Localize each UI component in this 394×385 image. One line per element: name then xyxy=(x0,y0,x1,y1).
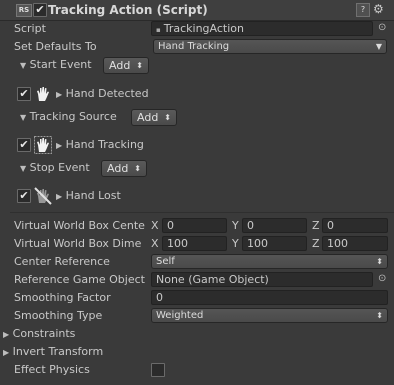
box-center-x-label[interactable]: X xyxy=(151,219,159,232)
box-center-y-label[interactable]: Y xyxy=(232,219,239,232)
start-event-add-button[interactable]: Add ⬍ xyxy=(103,57,149,74)
box-dimensions-z-label[interactable]: Z xyxy=(312,237,320,250)
script-value: TrackingAction xyxy=(163,22,244,35)
box-dimensions-x-label[interactable]: X xyxy=(151,237,159,250)
invert-transform-label: Invert Transform xyxy=(12,345,104,358)
triangle-right-icon: ▶ xyxy=(56,90,63,99)
script-label: Script xyxy=(14,22,46,35)
smoothing-factor-label: Smoothing Factor xyxy=(14,291,111,304)
updown-icon: ⬍ xyxy=(164,113,171,122)
set-defaults-label: Set Defaults To xyxy=(14,40,97,53)
set-defaults-dropdown[interactable]: Hand Tracking ▼ xyxy=(153,39,387,54)
add-label: Add xyxy=(137,111,159,124)
smoothing-type-label: Smoothing Type xyxy=(14,309,103,322)
open-hand-icon xyxy=(37,87,49,101)
hand-detected-foldout[interactable]: ▶ Hand Detected xyxy=(56,87,149,100)
triangle-right-icon: ▶ xyxy=(3,348,10,357)
invert-transform-foldout[interactable]: ▶ Invert Transform xyxy=(3,345,103,358)
hand-tracking-checkbox[interactable]: ✔ xyxy=(17,138,31,152)
effect-physics-label: Effect Physics xyxy=(14,363,90,376)
effect-physics-checkbox[interactable] xyxy=(151,363,165,377)
center-reference-dropdown[interactable]: Self ⬍ xyxy=(151,254,388,269)
chevron-down-icon: ▼ xyxy=(375,42,382,51)
start-event-foldout[interactable]: ▼ Start Event xyxy=(20,58,92,71)
object-picker-icon[interactable]: ⊙ xyxy=(378,273,386,284)
box-dimensions-label: Virtual World Box Dime xyxy=(14,237,142,250)
smoothing-factor-field[interactable]: 0 xyxy=(151,290,388,305)
stop-event-label: Stop Event xyxy=(29,161,90,174)
box-dimensions-y-field[interactable]: 100 xyxy=(242,236,307,251)
box-center-z-label[interactable]: Z xyxy=(312,219,320,232)
gear-icon[interactable]: ⚙ xyxy=(373,2,384,16)
object-picker-icon[interactable]: ⊙ xyxy=(378,22,386,33)
box-dimensions-z-field[interactable]: 100 xyxy=(322,236,388,251)
smoothing-type-value: Weighted xyxy=(156,310,204,321)
tracking-source-add-button[interactable]: Add ⬍ xyxy=(131,109,177,126)
updown-icon: ⬍ xyxy=(376,311,383,320)
triangle-right-icon: ▶ xyxy=(3,330,10,339)
updown-icon: ⬍ xyxy=(136,61,143,70)
hand-lost-label: Hand Lost xyxy=(65,189,121,202)
box-center-label: Virtual World Box Cente xyxy=(14,219,145,232)
hand-detected-label: Hand Detected xyxy=(65,87,149,100)
component-enabled-checkbox[interactable]: ✔ xyxy=(33,3,47,17)
tracking-hand-icon xyxy=(34,136,52,154)
triangle-right-icon: ▶ xyxy=(56,192,63,201)
hand-tracking-label: Hand Tracking xyxy=(65,138,144,151)
reference-object-field[interactable]: None (Game Object) xyxy=(151,272,373,287)
box-center-y-field[interactable]: 0 xyxy=(242,218,307,233)
set-defaults-value: Hand Tracking xyxy=(158,41,230,52)
center-reference-label: Center Reference xyxy=(14,255,110,268)
hand-lost-icon xyxy=(34,187,52,205)
section-divider xyxy=(10,212,394,213)
script-field[interactable]: ▪ TrackingAction xyxy=(151,21,373,36)
add-label: Add xyxy=(107,162,129,175)
updown-icon: ⬍ xyxy=(134,164,141,173)
triangle-down-icon: ▼ xyxy=(20,61,27,70)
box-dimensions-x-field[interactable]: 100 xyxy=(162,236,227,251)
constraints-foldout[interactable]: ▶ Constraints xyxy=(3,327,75,340)
tracking-source-label: Tracking Source xyxy=(29,110,117,123)
tracking-source-foldout[interactable]: ▼ Tracking Source xyxy=(20,110,117,123)
hand-detected-checkbox[interactable]: ✔ xyxy=(17,87,31,101)
stop-event-foldout[interactable]: ▼ Stop Event xyxy=(20,161,90,174)
help-icon[interactable]: ? xyxy=(356,3,370,17)
constraints-label: Constraints xyxy=(12,327,76,340)
hand-lost-checkbox[interactable]: ✔ xyxy=(17,189,31,203)
triangle-right-icon: ▶ xyxy=(56,141,63,150)
box-center-z-field[interactable]: 0 xyxy=(322,218,388,233)
component-title: Tracking Action (Script) xyxy=(48,3,208,17)
updown-icon: ⬍ xyxy=(376,257,383,266)
smoothing-type-dropdown[interactable]: Weighted ⬍ xyxy=(151,308,388,323)
hand-tracking-foldout[interactable]: ▶ Hand Tracking xyxy=(56,138,144,151)
center-reference-value: Self xyxy=(156,256,175,267)
stop-event-add-button[interactable]: Add ⬍ xyxy=(101,160,147,177)
script-badge-icon: RS xyxy=(16,4,32,17)
add-label: Add xyxy=(109,59,131,72)
reference-object-label: Reference Game Object xyxy=(14,273,145,286)
box-center-x-field[interactable]: 0 xyxy=(162,218,227,233)
script-file-icon: ▪ xyxy=(156,26,161,34)
triangle-down-icon: ▼ xyxy=(20,113,27,122)
start-event-label: Start Event xyxy=(29,58,92,71)
hand-lost-foldout[interactable]: ▶ Hand Lost xyxy=(56,189,121,202)
box-dimensions-y-label[interactable]: Y xyxy=(232,237,239,250)
triangle-down-icon: ▼ xyxy=(20,164,27,173)
